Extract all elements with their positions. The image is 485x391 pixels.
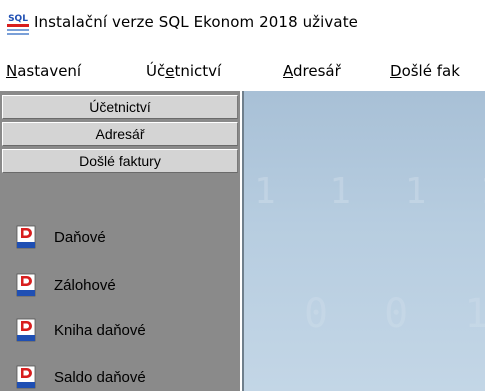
menu-ucetnictvi[interactable]: Účetnictví — [146, 62, 221, 80]
sidebar-item-danove[interactable]: Daňové — [14, 223, 234, 251]
sidebar-item-label: Saldo daňové — [54, 368, 146, 386]
menu-nastaveni[interactable]: Nastavení — [6, 62, 81, 80]
title-bar: SQL Instalační verze SQL Ekonom 2018 uži… — [0, 0, 485, 50]
sidebar-item-label: Zálohové — [54, 276, 116, 294]
menu-dosle-mnemonic: D — [390, 62, 402, 80]
menu-ucetnictvi-rest: tnictví — [174, 62, 222, 80]
mdi-workspace: 1 1 1 1 1 1 0 0 1 — [242, 91, 485, 391]
document-d-icon — [16, 365, 36, 389]
menu-adresar-mnemonic: A — [283, 62, 293, 80]
menu-nastaveni-mnemonic: N — [6, 62, 18, 80]
window-title: Instalační verze SQL Ekonom 2018 uživate — [34, 13, 359, 31]
app-icon-label: SQL — [8, 14, 28, 24]
sidebar-tab-ucetnictvi[interactable]: Účetnictví — [2, 95, 238, 119]
sidebar-item-label: Daňové — [54, 228, 106, 246]
sidebar-item-label: Kniha daňové — [54, 321, 146, 339]
document-d-icon — [16, 273, 36, 297]
sidebar-item-zalohove[interactable]: Zálohové — [14, 271, 234, 299]
menu-adresar[interactable]: Adresář — [283, 62, 341, 80]
menu-ucetnictvi-pre: Úč — [146, 62, 166, 80]
document-d-icon — [16, 225, 36, 249]
sql-app-icon: SQL — [6, 10, 30, 36]
sidebar-item-saldo-danove[interactable]: Saldo daňové — [14, 363, 234, 391]
sidebar-item-kniha-danove[interactable]: Kniha daňové — [14, 316, 234, 344]
menu-dosle-rest: ošlé fak — [401, 62, 460, 80]
document-d-icon — [16, 318, 36, 342]
sidebar-tab-dosle-faktury[interactable]: Došlé faktury — [2, 149, 238, 173]
menu-dosle-faktury[interactable]: Došlé fak — [390, 62, 460, 80]
menu-bar: Nastavení Účetnictví Adresář Došlé fak — [0, 50, 485, 88]
background-binary-pattern-lower: 0 0 1 — [304, 291, 485, 337]
sidebar: Účetnictví Adresář Došlé faktury Daňové … — [0, 91, 240, 391]
menu-nastaveni-rest: astavení — [17, 62, 82, 80]
background-binary-pattern: 1 1 1 1 1 1 — [254, 171, 485, 212]
main-content: Účetnictví Adresář Došlé faktury Daňové … — [0, 91, 485, 391]
menu-adresar-rest: dresář — [293, 62, 341, 80]
sidebar-tab-adresar[interactable]: Adresář — [2, 122, 238, 146]
